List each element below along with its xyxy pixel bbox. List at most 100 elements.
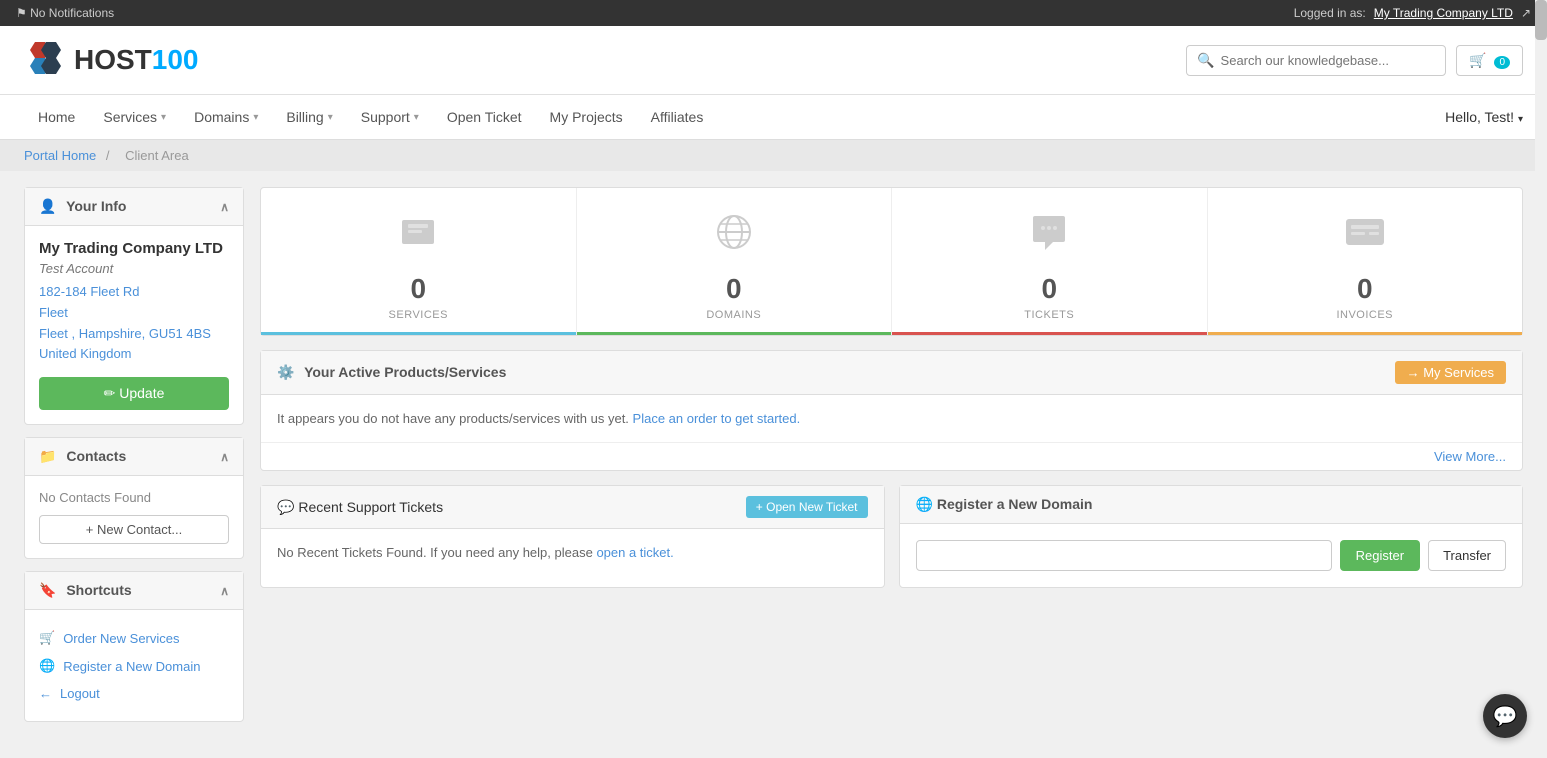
nav-domains[interactable]: Domains ▾ <box>180 95 272 139</box>
services-label: SERVICES <box>389 309 448 321</box>
collapse-icon[interactable]: ∧ <box>220 584 229 598</box>
stat-invoices: 0 INVOICES <box>1208 188 1523 335</box>
contacts-header[interactable]: 📁 Contacts ∧ <box>25 438 243 476</box>
shortcuts-header[interactable]: 🔖 Shortcuts ∧ <box>25 572 243 610</box>
flag-icon: ⚑ <box>16 6 27 20</box>
nav-billing[interactable]: Billing ▾ <box>272 95 346 139</box>
domain-register-body: Register Transfer <box>900 524 1523 587</box>
nav-my-projects[interactable]: My Projects <box>536 95 637 139</box>
stat-tickets: 0 TICKETS <box>892 188 1208 335</box>
domains-icon <box>710 208 758 265</box>
nav-open-ticket[interactable]: Open Ticket <box>433 95 536 139</box>
stats-row: 0 SERVICES 0 DOMAINS <box>260 187 1523 336</box>
support-tickets-card: 💬 Recent Support Tickets + Open New Tick… <box>260 485 885 588</box>
company-link[interactable]: My Trading Company LTD <box>1374 6 1513 20</box>
register-button[interactable]: Register <box>1340 540 1420 571</box>
contacts-body: No Contacts Found + New Contact... <box>25 476 243 558</box>
logo-text: HOST100 <box>74 44 199 76</box>
nav-left: Home Services ▾ Domains ▾ Billing ▾ Supp… <box>24 95 717 139</box>
search-input[interactable] <box>1221 53 1436 68</box>
tickets-bar <box>892 332 1207 335</box>
chevron-down-icon: ▾ <box>1518 114 1523 125</box>
shortcut-register-domain[interactable]: 🌐 Register a New Domain <box>39 652 229 680</box>
nav-home[interactable]: Home <box>24 95 89 139</box>
nav-support[interactable]: Support ▾ <box>347 95 433 139</box>
cart-icon: 🛒 <box>39 630 55 646</box>
nav-affiliates[interactable]: Affiliates <box>637 95 718 139</box>
top-bar-right: Logged in as: My Trading Company LTD ↗ <box>1294 6 1531 20</box>
services-bar <box>261 332 576 335</box>
company-name: My Trading Company LTD <box>39 240 229 257</box>
no-services-text: It appears you do not have any products/… <box>277 411 1506 426</box>
folder-icon: 📁 <box>39 448 56 464</box>
user-icon: 👤 <box>39 198 56 214</box>
bottom-row: 💬 Recent Support Tickets + Open New Tick… <box>260 485 1523 588</box>
domain-search-input[interactable] <box>916 540 1332 571</box>
address-line-1: 182-184 Fleet Rd <box>39 282 229 303</box>
external-link-icon[interactable]: ↗ <box>1521 6 1531 20</box>
your-info-body: My Trading Company LTD Test Account 182-… <box>25 226 243 424</box>
breadcrumb-portal-home[interactable]: Portal Home <box>24 148 96 163</box>
view-more[interactable]: View More... <box>261 442 1522 470</box>
tickets-count: 0 <box>1041 273 1057 305</box>
breadcrumb-client-area: Client Area <box>125 148 189 163</box>
no-tickets-text: No Recent Tickets Found. If you need any… <box>277 545 868 560</box>
stat-services: 0 SERVICES <box>261 188 577 335</box>
collapse-icon[interactable]: ∧ <box>220 200 229 214</box>
domains-label: DOMAINS <box>706 309 761 321</box>
globe-icon: 🌐 <box>916 496 937 512</box>
address-line-3: Fleet , Hampshire, GU51 4BS <box>39 324 229 345</box>
services-icon <box>394 208 442 265</box>
my-services-button[interactable]: → My Services <box>1395 361 1506 384</box>
order-link[interactable]: Place an order to get started. <box>633 411 801 426</box>
chevron-down-icon: ▾ <box>414 112 419 123</box>
search-box[interactable]: 🔍 <box>1186 45 1446 76</box>
shortcut-order-services[interactable]: 🛒 Order New Services <box>39 624 229 652</box>
scrollbar-track[interactable] <box>1535 0 1547 758</box>
transfer-button[interactable]: Transfer <box>1428 540 1506 571</box>
breadcrumb: Portal Home / Client Area <box>0 140 1547 171</box>
invoices-label: INVOICES <box>1336 309 1393 321</box>
cart-button[interactable]: 🛒 0 <box>1456 45 1523 76</box>
invoices-count: 0 <box>1357 273 1373 305</box>
support-header: 💬 Recent Support Tickets + Open New Tick… <box>261 486 884 529</box>
collapse-icon[interactable]: ∧ <box>220 450 229 464</box>
tickets-icon <box>1025 208 1073 265</box>
services-count: 0 <box>410 273 426 305</box>
shortcuts-body: 🛒 Order New Services 🌐 Register a New Do… <box>25 610 243 721</box>
globe-icon: 🌐 <box>39 658 55 674</box>
nav-user-menu[interactable]: Hello, Test! ▾ <box>1445 109 1523 125</box>
nav: Home Services ▾ Domains ▾ Billing ▾ Supp… <box>0 95 1547 140</box>
notifications[interactable]: ⚑ No Notifications <box>16 6 114 20</box>
chat-bubble[interactable]: 💬 <box>1483 694 1527 738</box>
domains-count: 0 <box>726 273 742 305</box>
services-header-icon: ⚙️ <box>277 364 294 380</box>
your-info-header[interactable]: 👤 Your Info ∧ <box>25 188 243 226</box>
domain-register-header: 🌐 Register a New Domain <box>900 486 1523 524</box>
shortcut-logout[interactable]: ← Logout <box>39 680 229 707</box>
cart-badge: 0 <box>1494 56 1510 69</box>
domain-register-card: 🌐 Register a New Domain Register Transfe… <box>899 485 1524 588</box>
logged-in-label: Logged in as: <box>1294 6 1366 20</box>
open-ticket-link[interactable]: open a ticket. <box>596 545 673 560</box>
scrollbar-thumb[interactable] <box>1535 0 1547 40</box>
open-new-ticket-button[interactable]: + Open New Ticket <box>746 496 868 518</box>
chat-icon: 💬 <box>1493 704 1518 729</box>
update-button[interactable]: ✏ Update <box>39 377 229 410</box>
new-contact-button[interactable]: + New Contact... <box>39 515 229 544</box>
shortcuts-card: 🔖 Shortcuts ∧ 🛒 Order New Services 🌐 Reg… <box>24 571 244 722</box>
account-type: Test Account <box>39 261 229 276</box>
breadcrumb-separator: / <box>106 148 113 163</box>
country: United Kingdom <box>39 344 229 365</box>
content-area: 0 SERVICES 0 DOMAINS <box>260 187 1523 722</box>
bookmark-icon: 🔖 <box>39 582 56 598</box>
domains-bar <box>577 332 892 335</box>
logo-icon <box>24 38 68 82</box>
logo[interactable]: HOST100 <box>24 38 199 82</box>
search-icon: 🔍 <box>1197 52 1214 69</box>
support-body: No Recent Tickets Found. If you need any… <box>261 529 884 576</box>
active-services-header: ⚙️ Your Active Products/Services → My Se… <box>261 351 1522 395</box>
invoices-bar <box>1208 332 1523 335</box>
nav-services[interactable]: Services ▾ <box>89 95 180 139</box>
stat-domains: 0 DOMAINS <box>577 188 893 335</box>
